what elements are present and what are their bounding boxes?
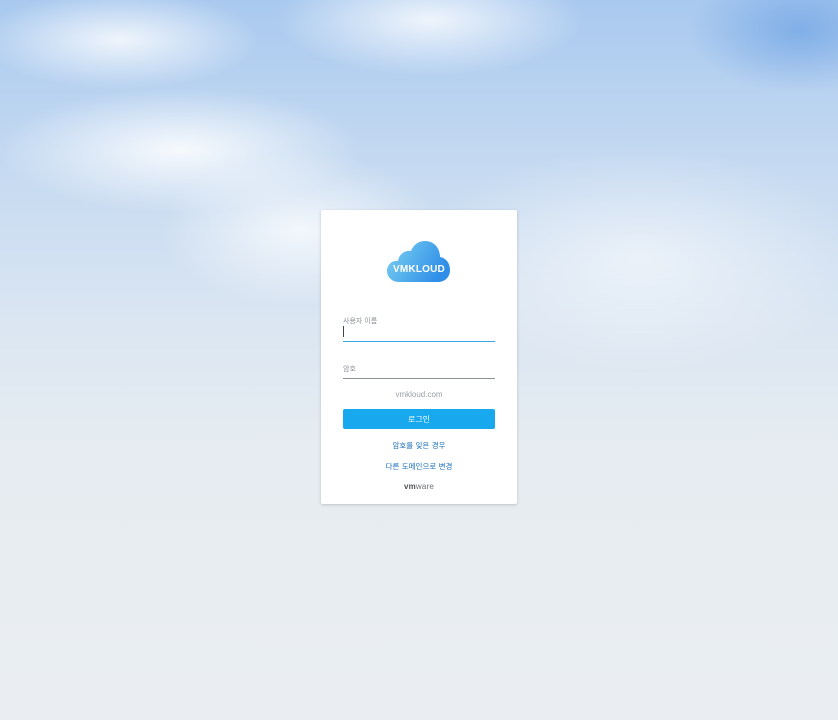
vmware-logo: vmware — [321, 482, 517, 491]
text-caret — [343, 326, 344, 337]
username-label: 사용자 이름 — [343, 318, 378, 325]
vmware-logo-bold: vm — [403, 482, 416, 491]
change-domain-link[interactable]: 다른 도메인으로 변경 — [321, 461, 517, 472]
forgot-password-link[interactable]: 암호를 잊은 경우 — [321, 440, 517, 451]
password-underline — [343, 378, 495, 379]
login-button[interactable]: 로그인 — [343, 409, 495, 429]
username-underline — [343, 341, 495, 342]
username-input[interactable] — [343, 326, 495, 338]
cloud-icon — [387, 241, 450, 282]
domain-text: vmkloud.com — [395, 390, 443, 399]
password-input[interactable] — [343, 366, 495, 378]
login-card: VMKLOUD 사용자 이름 암호 vmkloud.com 로그인 암호를 잊은… — [321, 210, 517, 504]
vmkloud-logo: VMKLOUD — [387, 240, 451, 284]
logo-text: VMKLOUD — [393, 264, 445, 275]
vmware-logo-rest: ware — [415, 482, 435, 491]
